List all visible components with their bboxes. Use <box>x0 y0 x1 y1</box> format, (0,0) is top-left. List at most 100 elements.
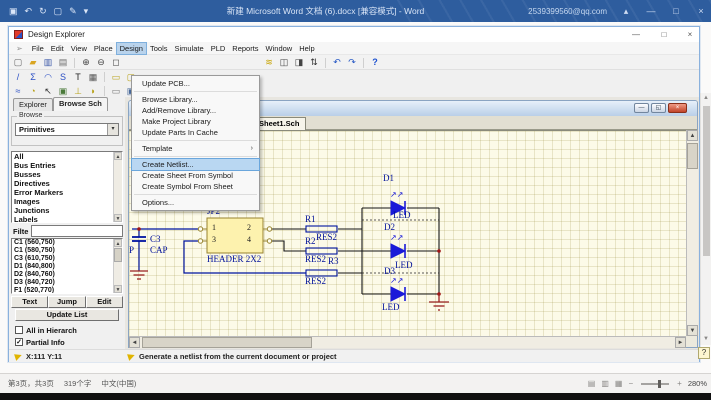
page-indicator[interactable]: 第3页，共3页 <box>8 378 54 389</box>
word-count[interactable]: 319个字 <box>64 378 92 389</box>
menu-design[interactable]: Design <box>117 43 146 54</box>
horizontal-scroll-thumb[interactable] <box>142 337 312 348</box>
text-tool-icon[interactable]: T <box>72 71 84 84</box>
zoom-area-icon[interactable]: ◻ <box>110 56 122 69</box>
zoom-slider-handle[interactable] <box>658 380 661 388</box>
system-menu-icon[interactable]: ➢ <box>16 44 23 53</box>
component-item[interactable]: C1 (560,750) <box>12 239 122 247</box>
menu-item-update-parts-in-cache[interactable]: Update Parts In Cache <box>132 127 259 138</box>
doc-close-button[interactable]: × <box>668 103 687 113</box>
component-item[interactable]: D1 (840,800) <box>12 263 122 271</box>
de-maximize-button[interactable]: □ <box>655 27 673 42</box>
format-painter-icon[interactable]: ✎ <box>69 0 77 22</box>
panel-button-jump[interactable]: Jump <box>48 296 85 308</box>
menu-place[interactable]: Place <box>91 43 116 54</box>
undo-icon[interactable]: ↶ <box>331 56 343 69</box>
canvas-horizontal-scrollbar[interactable]: ◄ ► <box>129 336 686 348</box>
component-item[interactable]: F1 (520,770) <box>12 287 122 294</box>
listbox-scrollbar[interactable]: ▲▼ <box>113 239 122 293</box>
tab-sheet1[interactable]: Sheet1.Sch <box>252 117 306 130</box>
polygon-tool-icon[interactable]: Σ <box>27 71 39 84</box>
category-item[interactable]: Images <box>12 197 122 206</box>
menu-view[interactable]: View <box>68 43 90 54</box>
scroll-up-icon[interactable]: ▲ <box>114 152 122 160</box>
de-close-button[interactable]: × <box>681 27 699 42</box>
chevron-down-icon[interactable]: ▾ <box>107 124 118 135</box>
array-paste-icon[interactable]: ▦ <box>87 71 99 84</box>
word-vertical-scrollbar[interactable]: ▲ ▼ <box>700 93 711 345</box>
bezier-tool-icon[interactable]: S <box>57 71 69 84</box>
menu-item-browse-library[interactable]: Browse Library... <box>132 94 259 105</box>
menu-pld[interactable]: PLD <box>208 43 229 54</box>
wiring-tool-icon[interactable]: ≋ <box>263 56 275 69</box>
zoom-slider[interactable] <box>641 383 669 385</box>
scroll-up-icon[interactable]: ▲ <box>114 239 122 247</box>
menu-item-create-netlist[interactable]: Create Netlist... <box>132 159 259 170</box>
help-badge[interactable]: ? <box>698 347 710 359</box>
curve-tool-icon[interactable]: ≈ <box>12 85 24 98</box>
print-icon[interactable]: ▤ <box>57 56 69 69</box>
doc-minimize-button[interactable]: — <box>634 103 649 113</box>
category-item[interactable]: All <box>12 152 122 161</box>
update-list-button[interactable]: Update List <box>15 309 119 321</box>
word-scroll-thumb[interactable] <box>703 106 710 256</box>
menu-item-template[interactable]: Template› <box>132 143 259 154</box>
read-mode-icon[interactable]: ▤ <box>588 379 596 388</box>
web-layout-icon[interactable]: ▦ <box>615 379 623 388</box>
pie-tool-icon[interactable]: ◔ <box>27 85 39 98</box>
panel-button-text[interactable]: Text <box>11 296 48 308</box>
zoom-out-icon[interactable]: − <box>628 379 633 388</box>
checkbox-box[interactable] <box>15 326 23 334</box>
scroll-down-icon[interactable]: ▼ <box>687 325 698 336</box>
category-item[interactable]: Bus Entries <box>12 161 122 170</box>
menu-item-create-sheet-from-symbol[interactable]: Create Sheet From Symbol <box>132 170 259 181</box>
menu-item-options[interactable]: Options... <box>132 197 259 208</box>
sort-icon[interactable]: ⇅ <box>308 56 320 69</box>
minimize-button[interactable]: — <box>645 6 657 16</box>
document-icon[interactable]: ▢ <box>54 0 63 22</box>
redo-icon[interactable]: ↷ <box>346 56 358 69</box>
canvas-vertical-scrollbar[interactable]: ▲ ▼ <box>686 130 698 336</box>
category-item[interactable]: Busses <box>12 170 122 179</box>
cursor-tool-icon[interactable]: ↖ <box>42 85 54 98</box>
zoom-out-icon[interactable]: ⊖ <box>95 56 107 69</box>
ribbon-options-button[interactable]: ▴ <box>620 6 632 17</box>
redo-icon[interactable]: ↻ <box>39 0 47 22</box>
zoom-in-icon[interactable]: ⊕ <box>80 56 92 69</box>
menu-window[interactable]: Window <box>263 43 296 54</box>
scroll-thumb[interactable] <box>114 248 122 262</box>
save-icon[interactable]: ▥ <box>42 56 54 69</box>
category-item[interactable]: Error Markers <box>12 188 122 197</box>
scroll-up-icon[interactable]: ▲ <box>687 130 698 141</box>
maximize-button[interactable]: □ <box>670 6 682 16</box>
category-listbox[interactable]: AllBus EntriesBussesDirectivesError Mark… <box>11 151 123 223</box>
tab-browse-sch[interactable]: Browse Sch <box>53 97 108 111</box>
open-document-icon[interactable]: ▰ <box>27 56 39 69</box>
listbox-scrollbar[interactable]: ▲▼ <box>113 152 122 222</box>
menu-edit[interactable]: Edit <box>48 43 67 54</box>
tab-explorer[interactable]: Explorer <box>13 98 53 111</box>
zoom-in-icon[interactable]: + <box>677 379 682 388</box>
component-item[interactable]: D3 (840,720) <box>12 279 122 287</box>
category-item[interactable]: Labels <box>12 215 122 223</box>
image-tool-icon[interactable]: ▣ <box>57 85 69 98</box>
menu-file[interactable]: File <box>29 43 47 54</box>
qat-customize-icon[interactable]: ▾ <box>84 0 89 22</box>
arc-tool-icon[interactable]: ◠ <box>42 71 54 84</box>
new-document-icon[interactable]: ▢ <box>12 56 24 69</box>
checkbox-box[interactable]: ✓ <box>15 338 23 346</box>
category-item[interactable]: Directives <box>12 179 122 188</box>
menu-item-create-symbol-from-sheet[interactable]: Create Symbol From Sheet <box>132 181 259 192</box>
panel-button-edit[interactable]: Edit <box>86 296 123 308</box>
menu-reports[interactable]: Reports <box>229 43 261 54</box>
scroll-down-icon[interactable]: ▼ <box>114 285 122 293</box>
category-item[interactable]: Junctions <box>12 206 122 215</box>
scroll-right-icon[interactable]: ► <box>675 337 686 348</box>
power-port-icon[interactable]: ⊥ <box>72 85 84 98</box>
help-icon[interactable]: ? <box>369 56 381 69</box>
component-listbox[interactable]: C1 (560,750)C1 (580,750)C3 (610,750)D1 (… <box>11 238 123 294</box>
component-item[interactable]: C3 (610,750) <box>12 255 122 263</box>
component-item[interactable]: C1 (580,750) <box>12 247 122 255</box>
close-button[interactable]: × <box>695 6 707 16</box>
vertical-scroll-thumb[interactable] <box>687 143 698 169</box>
